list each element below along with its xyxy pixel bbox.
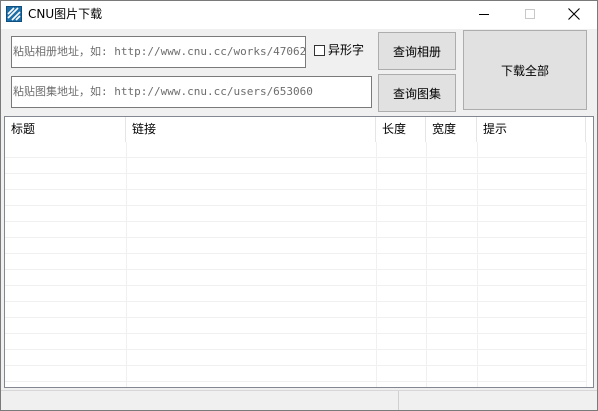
- cnu-app-icon: [6, 6, 22, 22]
- query-set-button[interactable]: 查询图集: [378, 74, 456, 112]
- table-row: [5, 142, 586, 158]
- table-row: [5, 206, 586, 222]
- minimize-icon: [479, 8, 489, 22]
- table-header: 标题 链接 长度 宽度 提示: [5, 117, 593, 142]
- column-header-link[interactable]: 链接: [126, 117, 376, 142]
- table-row: [5, 190, 586, 206]
- column-header-length[interactable]: 长度: [376, 117, 426, 142]
- maximize-button[interactable]: [507, 1, 553, 29]
- minimize-button[interactable]: [461, 1, 507, 29]
- table-row: [5, 254, 586, 270]
- set-url-input[interactable]: 粘贴图集地址，如: http://www.cnu.cc/users/653060: [11, 76, 372, 108]
- download-all-button[interactable]: 下载全部: [463, 30, 587, 110]
- table-row: [5, 350, 586, 366]
- table-row: [5, 286, 586, 302]
- grid-line: [586, 142, 587, 387]
- table-row: [5, 238, 586, 254]
- status-bar: [1, 390, 597, 410]
- window-title: CNU图片下载: [28, 7, 103, 21]
- table-row: [5, 302, 586, 318]
- table-row: [5, 174, 586, 190]
- maximize-icon: [525, 8, 535, 22]
- table-row: [5, 158, 586, 174]
- main-window: CNU图片下载 粘贴相册地址，如: http://www.cnu.cc/work…: [0, 0, 598, 411]
- album-url-input[interactable]: 粘贴相册地址，如: http://www.cnu.cc/works/470626: [11, 36, 306, 68]
- title-bar[interactable]: CNU图片下载: [1, 1, 597, 29]
- column-header-width[interactable]: 宽度: [426, 117, 477, 142]
- table-row: [5, 318, 586, 334]
- status-panel-main: [1, 391, 399, 410]
- table-row: [5, 270, 586, 286]
- query-album-button[interactable]: 查询相册: [378, 32, 456, 70]
- close-icon: [568, 7, 580, 23]
- column-header-title[interactable]: 标题: [5, 117, 126, 142]
- variant-chars-label: 异形字: [328, 43, 365, 57]
- close-button[interactable]: [551, 1, 597, 29]
- table-row: [5, 222, 586, 238]
- table-row: [5, 366, 586, 382]
- checkbox-box[interactable]: [314, 44, 325, 56]
- table-row: [5, 334, 586, 350]
- status-panel-secondary: [399, 391, 597, 410]
- variant-chars-checkbox[interactable]: 异形字: [314, 42, 364, 58]
- results-table[interactable]: 标题 链接 长度 宽度 提示: [4, 116, 594, 388]
- column-header-hint[interactable]: 提示: [477, 117, 586, 142]
